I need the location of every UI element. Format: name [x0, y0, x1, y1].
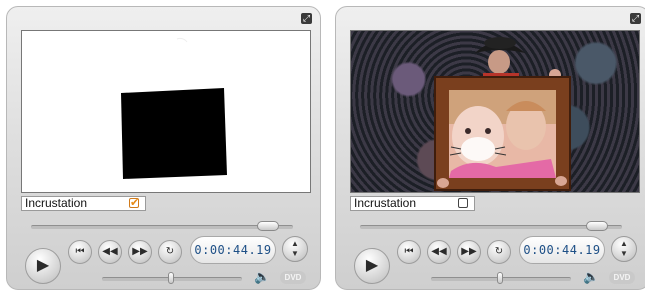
framed-child-preview-image	[434, 37, 571, 191]
spin-up-icon[interactable]: ▲	[612, 239, 636, 249]
overlay-checkbox[interactable]: ✔	[129, 198, 139, 209]
scrubber-thumb[interactable]	[257, 221, 279, 231]
timecode-display[interactable]: 0:00:44.19	[190, 236, 276, 264]
speaker-icon[interactable]: 🔈	[583, 269, 599, 285]
volume-slider[interactable]	[102, 272, 242, 284]
go-to-start-button[interactable]: ⏮	[68, 240, 92, 264]
play-button[interactable]: ▶	[354, 248, 390, 284]
go-to-start-button[interactable]: ⏮	[397, 240, 421, 264]
fast-forward-button[interactable]: ▶▶	[457, 240, 481, 264]
player-right: ⤢ Incrustation ▶ ⏮ ◀◀ ▶▶ ↻ 0:00:44.19 ▲ …	[335, 6, 645, 290]
overlay-label: Incrustation	[350, 196, 475, 211]
spin-down-icon[interactable]: ▼	[283, 249, 307, 259]
player-left: ⤢ Incrustation ✔ ▶ ⏮ ◀◀ ▶▶ ↻ 0:00:44.19 …	[6, 6, 321, 290]
timecode-spinner[interactable]: ▲ ▼	[611, 236, 637, 262]
scrubber-track[interactable]	[31, 221, 293, 231]
preview-screen	[350, 30, 640, 193]
loop-button[interactable]: ↻	[158, 240, 182, 264]
matte-preview-image	[121, 37, 227, 179]
volume-thumb[interactable]	[497, 272, 503, 284]
overlay-label: Incrustation	[21, 196, 146, 211]
spin-up-icon[interactable]: ▲	[283, 239, 307, 249]
preview-screen	[21, 30, 311, 193]
dvd-icon[interactable]: DVD	[609, 271, 635, 284]
play-button[interactable]: ▶	[25, 248, 61, 284]
loop-button[interactable]: ↻	[487, 240, 511, 264]
expand-icon[interactable]: ⤢	[630, 13, 641, 24]
timecode-display[interactable]: 0:00:44.19	[519, 236, 605, 264]
scrubber-track[interactable]	[360, 221, 622, 231]
volume-thumb[interactable]	[168, 272, 174, 284]
fast-forward-button[interactable]: ▶▶	[128, 240, 152, 264]
scrubber-thumb[interactable]	[586, 221, 608, 231]
speaker-icon[interactable]: 🔈	[254, 269, 270, 285]
dvd-icon[interactable]: DVD	[280, 271, 306, 284]
rewind-button[interactable]: ◀◀	[427, 240, 451, 264]
rewind-button[interactable]: ◀◀	[98, 240, 122, 264]
timecode-spinner[interactable]: ▲ ▼	[282, 236, 308, 262]
expand-icon[interactable]: ⤢	[301, 13, 312, 24]
spin-down-icon[interactable]: ▼	[612, 249, 636, 259]
volume-slider[interactable]	[431, 272, 571, 284]
overlay-checkbox[interactable]	[458, 198, 468, 208]
